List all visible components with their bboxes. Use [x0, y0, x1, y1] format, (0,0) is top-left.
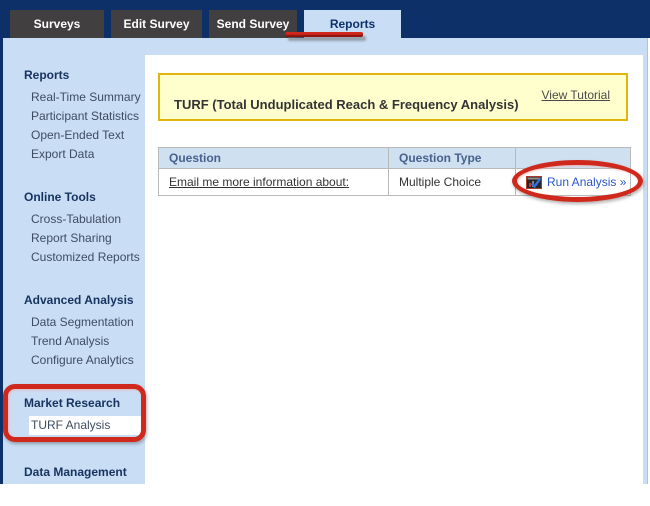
question-link[interactable]: Email me more information about:	[169, 175, 349, 189]
action-cell: Run Analysis »	[516, 169, 631, 196]
sidebar-item-configure-analytics[interactable]: Configure Analytics	[0, 351, 145, 370]
turf-banner: TURF (Total Unduplicated Reach & Frequen…	[158, 73, 628, 121]
sidebar-section-data-management: Data Management	[0, 465, 145, 480]
sidebar-section-title: Market Research	[0, 396, 145, 411]
run-analysis-link[interactable]: Run Analysis »	[547, 175, 626, 189]
sidebar-item-data-segmentation[interactable]: Data Segmentation	[0, 313, 145, 332]
sidebar-item-open-ended-text[interactable]: Open-Ended Text	[0, 126, 145, 145]
sidebar-item-trend-analysis[interactable]: Trend Analysis	[0, 332, 145, 351]
sidebar-section-title: Data Management	[0, 465, 145, 480]
sidebar-item-cross-tabulation[interactable]: Cross-Tabulation	[0, 210, 145, 229]
column-header-action	[516, 148, 631, 169]
column-header-question: Question	[159, 148, 389, 169]
question-type-cell: Multiple Choice	[389, 169, 516, 196]
sidebar-section-title: Online Tools	[0, 190, 145, 205]
question-cell: Email me more information about:	[159, 169, 389, 196]
sidebar-section-title: Reports	[0, 68, 145, 83]
column-header-question-type: Question Type	[389, 148, 516, 169]
main-content: TURF (Total Unduplicated Reach & Frequen…	[145, 55, 643, 484]
table-header-row: Question Question Type	[159, 148, 631, 169]
sidebar-section-market-research: Market Research TURF Analysis	[0, 396, 145, 435]
sidebar-item-turf-analysis[interactable]: TURF Analysis	[29, 416, 147, 435]
tab-reports[interactable]: Reports	[304, 10, 401, 38]
page-left-border	[0, 0, 3, 484]
sidebar-section-advanced-analysis: Advanced Analysis Data Segmentation Tren…	[0, 293, 145, 370]
sidebar-item-report-sharing[interactable]: Report Sharing	[0, 229, 145, 248]
table-row: Email me more information about: Multipl…	[159, 169, 631, 196]
top-navigation-bar: Surveys Edit Survey Send Survey Reports	[0, 0, 650, 38]
page-title: TURF (Total Unduplicated Reach & Frequen…	[174, 97, 519, 112]
view-tutorial-link[interactable]: View Tutorial	[542, 88, 610, 102]
sidebar-item-export-data[interactable]: Export Data	[0, 145, 145, 164]
run-analysis-icon[interactable]	[526, 176, 542, 189]
sidebar-section-title: Advanced Analysis	[0, 293, 145, 308]
question-table: Question Question Type Email me more inf…	[158, 147, 631, 196]
tab-surveys[interactable]: Surveys	[10, 10, 104, 38]
sidebar: Reports Real-Time Summary Participant St…	[0, 38, 145, 506]
sidebar-section-online-tools: Online Tools Cross-Tabulation Report Sha…	[0, 190, 145, 267]
tab-edit-survey[interactable]: Edit Survey	[111, 10, 202, 38]
sidebar-section-reports: Reports Real-Time Summary Participant St…	[0, 68, 145, 164]
tab-send-survey[interactable]: Send Survey	[209, 10, 297, 38]
tab-strip: Surveys Edit Survey Send Survey Reports	[10, 10, 401, 38]
sidebar-item-real-time-summary[interactable]: Real-Time Summary	[0, 88, 145, 107]
sidebar-item-participant-statistics[interactable]: Participant Statistics	[0, 107, 145, 126]
sidebar-item-customized-reports[interactable]: Customized Reports	[0, 248, 145, 267]
